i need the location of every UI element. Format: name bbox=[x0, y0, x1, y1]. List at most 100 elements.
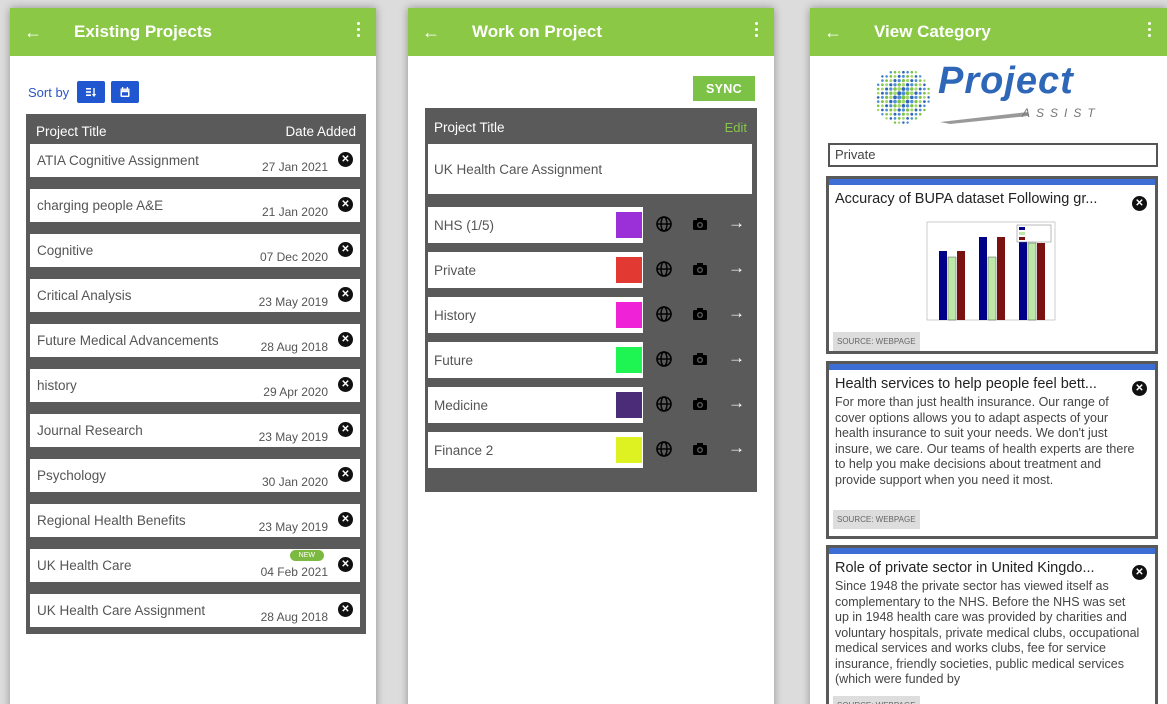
globe-icon[interactable] bbox=[656, 216, 672, 232]
project-date: 04 Feb 2021 bbox=[260, 565, 328, 579]
back-arrow-icon[interactable]: ← bbox=[24, 23, 46, 41]
globe-icon[interactable] bbox=[656, 306, 672, 322]
delete-card-icon[interactable]: ✕ bbox=[1132, 196, 1147, 211]
category-color-swatch[interactable] bbox=[616, 437, 642, 463]
camera-icon[interactable] bbox=[692, 261, 708, 277]
category-color-swatch[interactable] bbox=[616, 212, 642, 238]
globe-icon[interactable] bbox=[656, 261, 672, 277]
table-row[interactable]: Critical Analysis 23 May 2019 ✕ bbox=[30, 279, 360, 312]
arrow-right-icon[interactable]: → bbox=[728, 259, 745, 276]
source-type-badge: SOURCE: WEBPAGE bbox=[833, 510, 920, 529]
source-type-badge: SOURCE: WEBPAGE bbox=[833, 696, 920, 704]
edit-button[interactable]: Edit bbox=[725, 120, 747, 135]
screen-title: Existing Projects bbox=[74, 22, 212, 41]
camera-icon[interactable] bbox=[692, 441, 708, 457]
source-card[interactable]: Role of private sector in United Kingdo.… bbox=[826, 545, 1158, 704]
delete-project-icon[interactable]: ✕ bbox=[338, 152, 353, 167]
arrow-right-icon[interactable]: → bbox=[728, 304, 745, 321]
table-row[interactable]: Cognitive 07 Dec 2020 ✕ bbox=[30, 234, 360, 267]
table-row[interactable]: UK Health Care NEW 04 Feb 2021 ✕ bbox=[30, 549, 360, 582]
category-color-swatch[interactable] bbox=[616, 257, 642, 283]
table-row[interactable]: ATIA Cognitive Assignment 27 Jan 2021 ✕ bbox=[30, 144, 360, 177]
delete-card-icon[interactable]: ✕ bbox=[1132, 565, 1147, 580]
app-bar: ← Existing Projects bbox=[10, 8, 376, 56]
panel-header: Project Title Edit bbox=[425, 108, 757, 135]
delete-project-icon[interactable]: ✕ bbox=[338, 512, 353, 527]
camera-icon[interactable] bbox=[692, 216, 708, 232]
arrow-right-icon[interactable]: → bbox=[728, 439, 745, 456]
delete-project-icon[interactable]: ✕ bbox=[338, 332, 353, 347]
delete-project-icon[interactable]: ✕ bbox=[338, 287, 353, 302]
table-row[interactable]: Regional Health Benefits 23 May 2019 ✕ bbox=[30, 504, 360, 537]
table-row[interactable]: Future Medical Advancements 28 Aug 2018 ✕ bbox=[30, 324, 360, 357]
camera-icon[interactable] bbox=[692, 396, 708, 412]
delete-project-icon[interactable]: ✕ bbox=[338, 242, 353, 257]
sync-button[interactable]: SYNC bbox=[693, 76, 755, 101]
category-row: Medicine → bbox=[428, 387, 752, 423]
table-header: Project Title Date Added bbox=[28, 117, 364, 144]
back-arrow-icon[interactable]: ← bbox=[422, 23, 444, 41]
delete-project-icon[interactable]: ✕ bbox=[338, 422, 353, 437]
new-badge: NEW bbox=[289, 550, 324, 561]
table-row[interactable]: Journal Research 23 May 2019 ✕ bbox=[30, 414, 360, 447]
globe-icon[interactable] bbox=[656, 396, 672, 412]
project-date: 21 Jan 2020 bbox=[261, 205, 328, 219]
source-card[interactable]: Accuracy of BUPA dataset Following gr...… bbox=[826, 176, 1158, 354]
delete-project-icon[interactable]: ✕ bbox=[338, 377, 353, 392]
category-name[interactable]: History bbox=[428, 297, 643, 333]
delete-project-icon[interactable]: ✕ bbox=[338, 602, 353, 617]
table-row[interactable]: UK Health Care Assignment 28 Aug 2018 ✕ bbox=[30, 594, 360, 627]
delete-project-icon[interactable]: ✕ bbox=[338, 557, 353, 572]
category-color-swatch[interactable] bbox=[616, 392, 642, 418]
project-title-label: Project Title bbox=[434, 120, 505, 135]
category-name[interactable]: Medicine bbox=[428, 387, 643, 423]
category-row: History → bbox=[428, 297, 752, 333]
project-date: 23 May 2019 bbox=[258, 430, 328, 444]
view-category-screen: ← View Category Project ASSIST Private A… bbox=[810, 8, 1167, 704]
overflow-menu-icon[interactable] bbox=[1148, 22, 1151, 37]
column-project-title: Project Title bbox=[36, 124, 107, 139]
projects-table: Project Title Date Added ATIA Cognitive … bbox=[26, 114, 366, 634]
sort-alpha-button[interactable] bbox=[77, 81, 106, 103]
card-body-text: Since 1948 the private sector has viewed… bbox=[835, 579, 1140, 686]
category-name-field[interactable]: Private bbox=[828, 143, 1158, 167]
camera-icon[interactable] bbox=[692, 306, 708, 322]
card-body-text: For more than just health insurance. Our… bbox=[835, 395, 1135, 487]
category-color-swatch[interactable] bbox=[616, 347, 642, 373]
table-row[interactable]: charging people A&E 21 Jan 2020 ✕ bbox=[30, 189, 360, 222]
back-arrow-icon[interactable]: ← bbox=[824, 23, 846, 41]
delete-project-icon[interactable]: ✕ bbox=[338, 467, 353, 482]
project-assist-logo: Project ASSIST bbox=[870, 60, 1110, 136]
table-row[interactable]: history 29 Apr 2020 ✕ bbox=[30, 369, 360, 402]
arrow-right-icon[interactable]: → bbox=[728, 394, 745, 411]
globe-icon[interactable] bbox=[656, 351, 672, 367]
project-title-field[interactable]: UK Health Care Assignment bbox=[428, 144, 752, 194]
camera-icon[interactable] bbox=[692, 351, 708, 367]
logo-text: Project bbox=[938, 60, 1074, 102]
category-row: Finance 2 → bbox=[428, 432, 752, 468]
logo-swoosh bbox=[940, 112, 1028, 124]
table-row[interactable]: Psychology 30 Jan 2020 ✕ bbox=[30, 459, 360, 492]
category-name[interactable]: Private bbox=[428, 252, 643, 288]
work-on-project-screen: ← Work on Project SYNC Project Title Edi… bbox=[408, 8, 774, 704]
existing-projects-screen: ← Existing Projects Sort by Project Titl… bbox=[10, 8, 376, 704]
delete-card-icon[interactable]: ✕ bbox=[1132, 381, 1147, 396]
category-name[interactable]: Finance 2 bbox=[428, 432, 643, 468]
category-color-swatch[interactable] bbox=[616, 302, 642, 328]
overflow-menu-icon[interactable] bbox=[755, 22, 758, 37]
source-card[interactable]: Health services to help people feel bett… bbox=[826, 361, 1158, 539]
globe-logo-icon bbox=[876, 70, 930, 124]
sort-date-button[interactable] bbox=[111, 81, 140, 103]
column-date-added: Date Added bbox=[285, 124, 356, 139]
delete-project-icon[interactable]: ✕ bbox=[338, 197, 353, 212]
arrow-right-icon[interactable]: → bbox=[728, 349, 745, 366]
category-name[interactable]: NHS (1/5) bbox=[428, 207, 643, 243]
project-date: 28 Aug 2018 bbox=[260, 340, 328, 354]
category-name[interactable]: Future bbox=[428, 342, 643, 378]
app-bar: ← View Category bbox=[810, 8, 1167, 56]
arrow-right-icon[interactable]: → bbox=[728, 214, 745, 231]
overflow-menu-icon[interactable] bbox=[357, 22, 360, 37]
bar-chart-thumbnail bbox=[926, 221, 1056, 321]
source-type-badge: SOURCE: WEBPAGE bbox=[833, 332, 920, 351]
globe-icon[interactable] bbox=[656, 441, 672, 457]
